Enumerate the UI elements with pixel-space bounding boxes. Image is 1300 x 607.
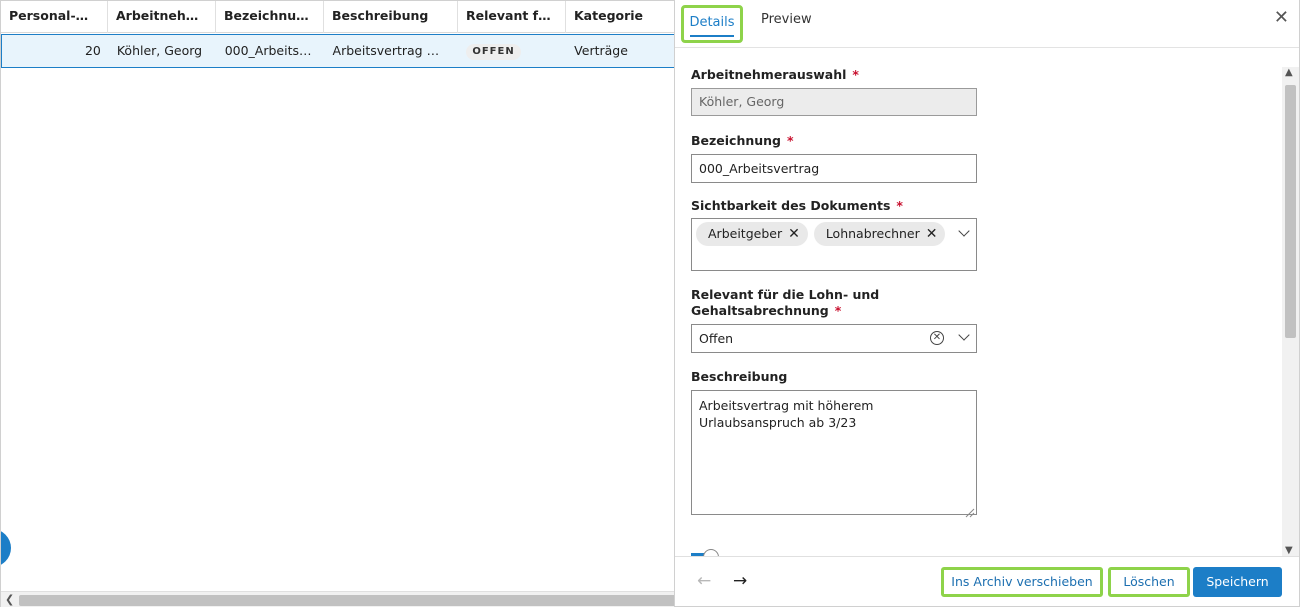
arbeitnehmer-label: Arbeitnehmerauswahl * — [691, 67, 991, 83]
floating-action-button[interactable] — [1, 529, 11, 567]
save-button[interactable]: Speichern — [1193, 567, 1282, 597]
sichtbarkeit-label: Sichtbarkeit des Dokuments * — [691, 198, 991, 214]
resize-grip-icon[interactable] — [965, 508, 975, 518]
tab-details-label: Details — [689, 15, 735, 30]
toggle-knob — [703, 549, 719, 556]
horizontal-scrollbar[interactable]: ❮ — [1, 591, 675, 607]
required-marker: * — [896, 198, 903, 213]
arrow-left-icon[interactable]: ← — [697, 571, 711, 591]
beschreibung-textarea[interactable] — [691, 390, 977, 515]
chip-label: Arbeitgeber — [708, 226, 783, 241]
column-header-relevant[interactable]: Relevant für d… — [458, 1, 566, 33]
column-header-personal-nr[interactable]: Personal-… — [1, 1, 108, 33]
chevron-left-icon[interactable]: ❮ — [5, 593, 14, 606]
relevant-label-line1: Relevant für die Lohn- und — [691, 287, 880, 302]
archive-button[interactable]: Ins Archiv verschieben — [941, 567, 1103, 597]
tab-details[interactable]: Details — [681, 5, 743, 43]
panel-footer: ← → Ins Archiv verschieben Löschen Speic… — [675, 556, 1299, 606]
cell-beschreibung: Arbeitsvertrag mit … — [332, 43, 459, 58]
column-header-kategorie[interactable]: Kategorie — [566, 1, 675, 33]
scrollbar-thumb[interactable] — [19, 595, 675, 606]
chevron-down-icon[interactable] — [958, 225, 970, 237]
tab-preview[interactable]: Preview — [757, 5, 816, 43]
relevant-select-value: Offen — [699, 331, 734, 346]
required-marker: * — [834, 303, 842, 318]
cell-arbeitnehmer: Köhler, Georg — [116, 43, 203, 58]
cell-relevant: OFFEN — [458, 35, 566, 67]
relevant-label-line2: Gehaltsabrechnung — [691, 303, 829, 318]
scrollbar-thumb[interactable] — [1285, 85, 1296, 338]
chip-arbeitgeber: Arbeitgeber ✕ — [696, 222, 808, 246]
toggle-switch[interactable] — [691, 549, 721, 556]
arbeitnehmer-label-text: Arbeitnehmerauswahl — [691, 67, 847, 82]
bezeichnung-input[interactable]: 000_Arbeitsvertrag — [691, 154, 977, 183]
relevant-label: Relevant für die Lohn- und Gehaltsabrech… — [691, 287, 991, 319]
delete-button[interactable]: Löschen — [1108, 567, 1190, 597]
clear-icon[interactable]: ✕ — [930, 331, 944, 345]
cell-kategorie: Verträge — [574, 43, 628, 58]
chevron-down-icon[interactable] — [958, 329, 970, 341]
bezeichnung-label: Bezeichnung * — [691, 133, 991, 149]
column-header-beschreibung[interactable]: Beschreibung — [324, 1, 458, 33]
column-header-arbeitnehmer[interactable]: Arbeitneh… — [108, 1, 216, 33]
sichtbarkeit-multiselect[interactable]: Arbeitgeber ✕ Lohnabrechner ✕ — [691, 218, 977, 271]
close-icon[interactable]: ✕ — [1274, 8, 1289, 28]
chip-lohnabrechner: Lohnabrechner ✕ — [813, 222, 946, 246]
remove-chip-icon[interactable]: ✕ — [926, 226, 938, 242]
arbeitnehmer-field: Köhler, Georg — [691, 88, 977, 116]
relevant-select[interactable]: Offen ✕ — [691, 324, 977, 353]
chip-label: Lohnabrechner — [825, 226, 920, 241]
active-tab-indicator — [690, 35, 734, 37]
details-panel: Details Preview ✕ Arbeitnehmerauswahl * K… — [674, 0, 1300, 607]
bezeichnung-label-text: Bezeichnung — [691, 133, 781, 148]
vertical-scrollbar[interactable]: ▲ ▼ — [1282, 67, 1299, 556]
column-header-bezeichnung[interactable]: Bezeichnu… — [216, 1, 324, 33]
chevron-up-icon[interactable]: ▲ — [1285, 67, 1293, 78]
chevron-down-icon[interactable]: ▼ — [1285, 545, 1293, 556]
required-marker: * — [852, 67, 859, 82]
required-marker: * — [787, 133, 794, 148]
status-badge: OFFEN — [466, 43, 521, 60]
table-row[interactable]: 20 Köhler, Georg 000_Arbeitsve… Arbeitsv… — [1, 34, 675, 68]
sichtbarkeit-label-text: Sichtbarkeit des Dokuments — [691, 198, 891, 213]
panel-tabs: Details Preview ✕ — [675, 0, 1299, 48]
cell-bezeichnung: 000_Arbeitsve… — [224, 43, 325, 58]
cell-personal-nr: 20 — [84, 43, 101, 58]
document-grid: Personal-… Arbeitneh… Bezeichnu… Beschre… — [0, 0, 675, 607]
beschreibung-label: Beschreibung — [691, 369, 788, 384]
arrow-right-icon[interactable]: → — [733, 571, 747, 591]
grid-header: Personal-… Arbeitneh… Bezeichnu… Beschre… — [1, 1, 675, 33]
details-form: Arbeitnehmerauswahl * Köhler, Georg Bezei… — [675, 49, 1282, 556]
remove-chip-icon[interactable]: ✕ — [788, 226, 800, 242]
